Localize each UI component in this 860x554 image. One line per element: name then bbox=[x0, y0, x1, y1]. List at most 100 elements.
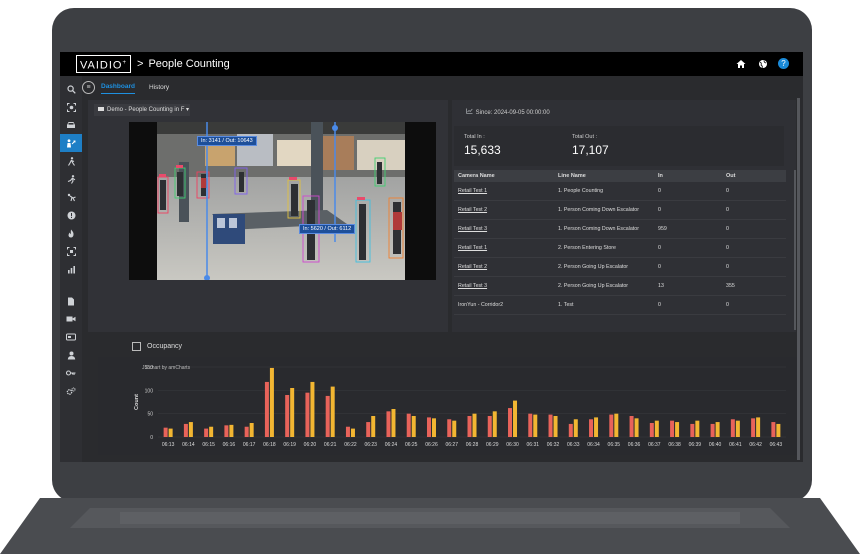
camera-link[interactable]: Retail Test 3 bbox=[454, 283, 554, 289]
home-icon[interactable] bbox=[734, 57, 747, 70]
vaidio-logo[interactable]: VAIDIO+ bbox=[76, 54, 131, 74]
document-icon[interactable] bbox=[60, 292, 82, 310]
chart-bar bbox=[629, 416, 634, 437]
x-tick-label: 06:27 bbox=[445, 442, 458, 448]
out-count: 0 bbox=[726, 245, 729, 251]
x-tick-label: 06:39 bbox=[689, 442, 702, 448]
chart-bar bbox=[452, 420, 457, 437]
chart-bar bbox=[710, 423, 715, 437]
x-tick-label: 06:33 bbox=[567, 442, 580, 448]
table-row: Retail Test 1 1. People Counting 0 0 bbox=[454, 182, 786, 201]
table-scrollbar[interactable] bbox=[794, 170, 796, 330]
tab-bar: ≡ Dashboard History bbox=[82, 76, 803, 98]
chart-bar bbox=[269, 367, 274, 437]
breadcrumb-separator: > bbox=[137, 58, 144, 70]
x-tick-label: 06:31 bbox=[527, 442, 540, 448]
column-header-out[interactable]: Out bbox=[722, 173, 786, 179]
search-icon[interactable] bbox=[60, 80, 82, 98]
camera-link[interactable]: Retail Test 3 bbox=[454, 226, 554, 232]
chart-bar bbox=[533, 414, 538, 437]
chart-bar bbox=[168, 428, 173, 437]
chart-bar bbox=[411, 416, 416, 437]
table-row: Retail Test 2 1. Person Coming Down Esca… bbox=[454, 201, 786, 220]
line-name: 1. Person Coming Down Escalator bbox=[558, 226, 639, 232]
table-row: Retail Test 1 2. Person Entering Store 0… bbox=[454, 239, 786, 258]
alert-icon[interactable] bbox=[60, 206, 82, 224]
card-icon[interactable] bbox=[60, 328, 82, 346]
y-axis-label: Count bbox=[134, 394, 140, 410]
column-header-in[interactable]: In bbox=[654, 173, 722, 179]
camera-link[interactable]: Retail Test 2 bbox=[454, 207, 554, 213]
chart-bar bbox=[330, 386, 335, 437]
occupancy-toggle[interactable]: Occupancy bbox=[132, 342, 182, 351]
x-tick-label: 06:16 bbox=[223, 442, 236, 448]
chart-bar bbox=[244, 426, 249, 437]
face-scan-icon[interactable] bbox=[60, 98, 82, 116]
camera-link[interactable]: Retail Test 2 bbox=[454, 264, 554, 270]
video-feed[interactable]: In: 3141 / Out: 10643 In: 5620 / Out: 61… bbox=[129, 122, 436, 280]
column-header-camera[interactable]: Camera Name bbox=[454, 173, 554, 179]
chart-bar bbox=[548, 414, 553, 437]
occupancy-label: Occupancy bbox=[147, 343, 183, 350]
camera-link[interactable]: Retail Test 1 bbox=[454, 188, 554, 194]
tab-history[interactable]: History bbox=[149, 81, 169, 94]
chart-bar bbox=[467, 416, 472, 437]
x-tick-label: 06:37 bbox=[648, 442, 661, 448]
chart-bar bbox=[528, 413, 533, 437]
line-counter-bottom: In: 5620 / Out: 6112 bbox=[299, 224, 356, 234]
chart-bar bbox=[431, 418, 436, 437]
chart-bar bbox=[285, 395, 290, 437]
page-title: People Counting bbox=[148, 58, 230, 70]
running-icon[interactable] bbox=[60, 170, 82, 188]
fall-icon[interactable] bbox=[60, 188, 82, 206]
x-tick-label: 06:13 bbox=[162, 442, 175, 448]
walking-icon[interactable] bbox=[60, 152, 82, 170]
chart-bar bbox=[472, 413, 477, 437]
camera-select[interactable]: Demo - People Counting in F ▾ bbox=[94, 104, 190, 116]
x-tick-label: 06:25 bbox=[405, 442, 418, 448]
out-count: 0 bbox=[726, 264, 729, 270]
occupancy-checkbox[interactable] bbox=[132, 342, 141, 351]
chart-bar bbox=[183, 423, 188, 437]
chart-bar bbox=[406, 413, 411, 437]
key-icon[interactable] bbox=[60, 364, 82, 382]
store-camera-view: In: 3141 / Out: 10643 In: 5620 / Out: 61… bbox=[157, 122, 405, 280]
report-icon[interactable] bbox=[60, 260, 82, 278]
y-tick-label: 50 bbox=[147, 412, 153, 418]
info-icon[interactable]: ? bbox=[778, 58, 789, 69]
in-count: 0 bbox=[658, 264, 661, 270]
menu-toggle-icon[interactable]: ≡ bbox=[82, 80, 95, 94]
camera-name[interactable]: IronYun - Corridor2 bbox=[454, 302, 554, 308]
total-in-value: 15,633 bbox=[464, 143, 501, 157]
page-scrollbar[interactable] bbox=[797, 98, 800, 460]
people-counting-icon[interactable] bbox=[60, 134, 82, 152]
column-header-line[interactable]: Line Name bbox=[554, 173, 654, 179]
sidebar bbox=[60, 76, 82, 462]
x-tick-label: 06:42 bbox=[749, 442, 762, 448]
vehicle-icon[interactable] bbox=[60, 116, 82, 134]
chart-bar bbox=[594, 417, 599, 437]
chart-bar bbox=[249, 423, 254, 437]
x-tick-label: 06:23 bbox=[364, 442, 377, 448]
camera-link[interactable]: Retail Test 1 bbox=[454, 245, 554, 251]
in-count: 0 bbox=[658, 207, 661, 213]
counting-table: Camera Name Line Name In Out Retail Test… bbox=[454, 170, 786, 315]
tab-dashboard[interactable]: Dashboard bbox=[101, 80, 135, 94]
object-scan-icon[interactable] bbox=[60, 242, 82, 260]
chart-bar bbox=[371, 416, 376, 437]
chart-bar bbox=[447, 419, 452, 437]
video-icon[interactable] bbox=[60, 310, 82, 328]
chart-bar bbox=[670, 420, 675, 437]
x-tick-label: 06:36 bbox=[628, 442, 641, 448]
user-icon[interactable] bbox=[60, 346, 82, 364]
settings-icon[interactable] bbox=[60, 382, 82, 400]
fire-icon[interactable] bbox=[60, 224, 82, 242]
x-tick-label: 06:43 bbox=[770, 442, 783, 448]
globe-icon[interactable] bbox=[756, 57, 769, 70]
chart-bar bbox=[188, 422, 193, 437]
x-tick-label: 06:14 bbox=[182, 442, 195, 448]
x-tick-label: 06:17 bbox=[243, 442, 256, 448]
chart-bar bbox=[756, 417, 761, 437]
chart-bar bbox=[634, 418, 639, 437]
totals-box: Total In : 15,633 Total Out : 17,107 bbox=[454, 126, 784, 166]
